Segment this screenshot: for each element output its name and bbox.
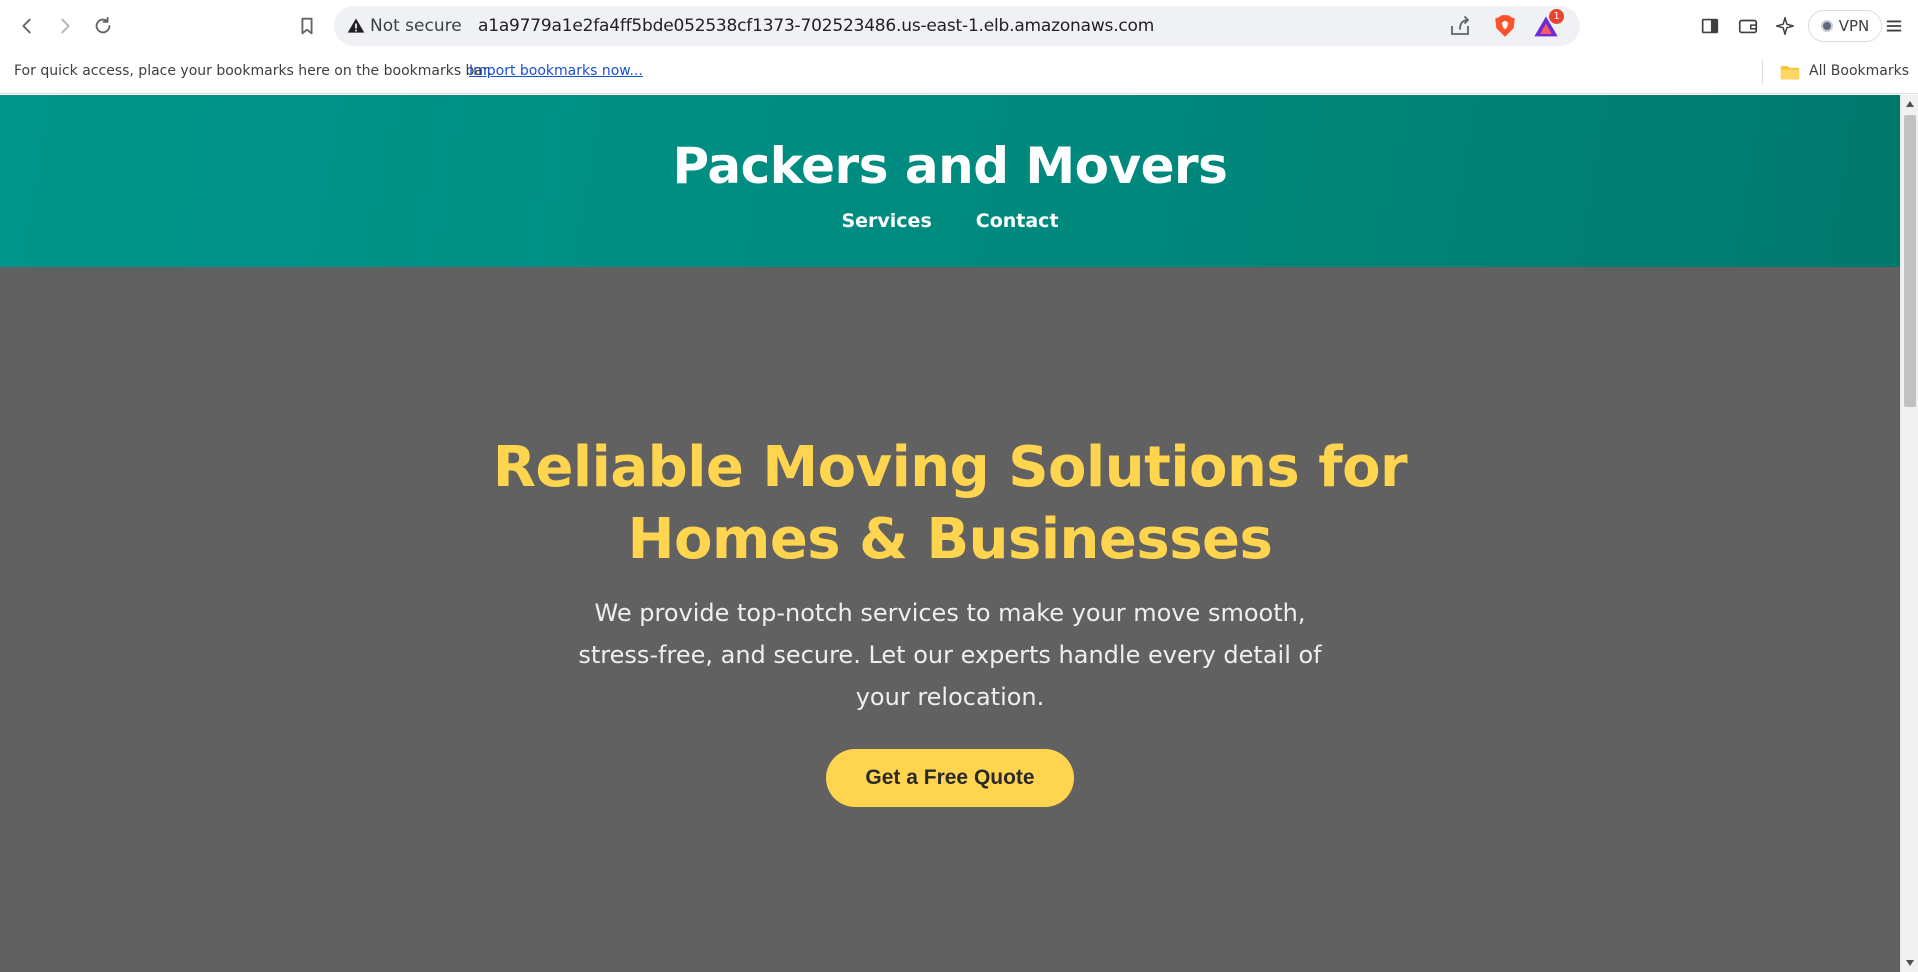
brave-shields-icon[interactable] bbox=[1492, 13, 1518, 39]
hero-subtitle: We provide top-notch services to make yo… bbox=[578, 599, 1322, 711]
site-title: Packers and Movers bbox=[672, 137, 1228, 195]
bookmarks-bar: For quick access, place your bookmarks h… bbox=[0, 52, 1918, 94]
get-quote-button[interactable]: Get a Free Quote bbox=[826, 749, 1074, 807]
page-scrollbar[interactable] bbox=[1900, 95, 1918, 972]
vpn-status-icon bbox=[1820, 20, 1833, 32]
sidebar-icon[interactable] bbox=[1697, 13, 1723, 39]
leo-ai-icon[interactable] bbox=[1772, 13, 1798, 39]
warning-icon[interactable] bbox=[346, 16, 366, 36]
security-status[interactable]: Not secure bbox=[370, 16, 462, 36]
hero-section: Reliable Moving Solutions for Homes & Bu… bbox=[0, 267, 1900, 972]
scroll-up-icon[interactable] bbox=[1906, 101, 1914, 107]
site-header: Packers and Movers Services Contact bbox=[0, 95, 1900, 267]
page-viewport: Packers and Movers Services Contact Reli… bbox=[0, 95, 1900, 972]
folder-icon[interactable] bbox=[1780, 63, 1800, 81]
wallet-icon[interactable] bbox=[1735, 13, 1761, 39]
scrollbar-thumb[interactable] bbox=[1904, 115, 1916, 407]
all-bookmarks-button[interactable]: All Bookmarks bbox=[1809, 63, 1909, 79]
bookmarks-prompt: For quick access, place your bookmarks h… bbox=[14, 63, 492, 79]
url-text[interactable]: a1a9779a1e2fa4ff5bde052538cf1373-7025234… bbox=[478, 16, 1154, 36]
hero-title: Reliable Moving Solutions for Homes & Bu… bbox=[492, 435, 1408, 572]
browser-toolbar: Not secure a1a9779a1e2fa4ff5bde052538cf1… bbox=[0, 0, 1918, 52]
scroll-down-icon[interactable] bbox=[1906, 960, 1914, 966]
nav-link-services[interactable]: Services bbox=[841, 210, 931, 232]
vpn-label: VPN bbox=[1838, 17, 1870, 35]
vpn-button[interactable]: VPN bbox=[1808, 10, 1882, 42]
site-nav: Services Contact bbox=[0, 210, 1900, 232]
address-bar[interactable]: Not secure a1a9779a1e2fa4ff5bde052538cf1… bbox=[334, 6, 1580, 46]
import-bookmarks-link[interactable]: Import bookmarks now... bbox=[469, 63, 643, 79]
reload-icon[interactable] bbox=[90, 13, 116, 39]
bookmarks-divider bbox=[1762, 60, 1763, 84]
forward-icon[interactable] bbox=[52, 13, 78, 39]
share-icon[interactable] bbox=[1448, 14, 1472, 38]
menu-icon[interactable] bbox=[1881, 13, 1907, 39]
back-icon[interactable] bbox=[14, 13, 40, 39]
bookmark-icon[interactable] bbox=[294, 13, 320, 39]
rewards-badge: 1 bbox=[1549, 9, 1564, 24]
nav-link-contact[interactable]: Contact bbox=[976, 210, 1059, 232]
